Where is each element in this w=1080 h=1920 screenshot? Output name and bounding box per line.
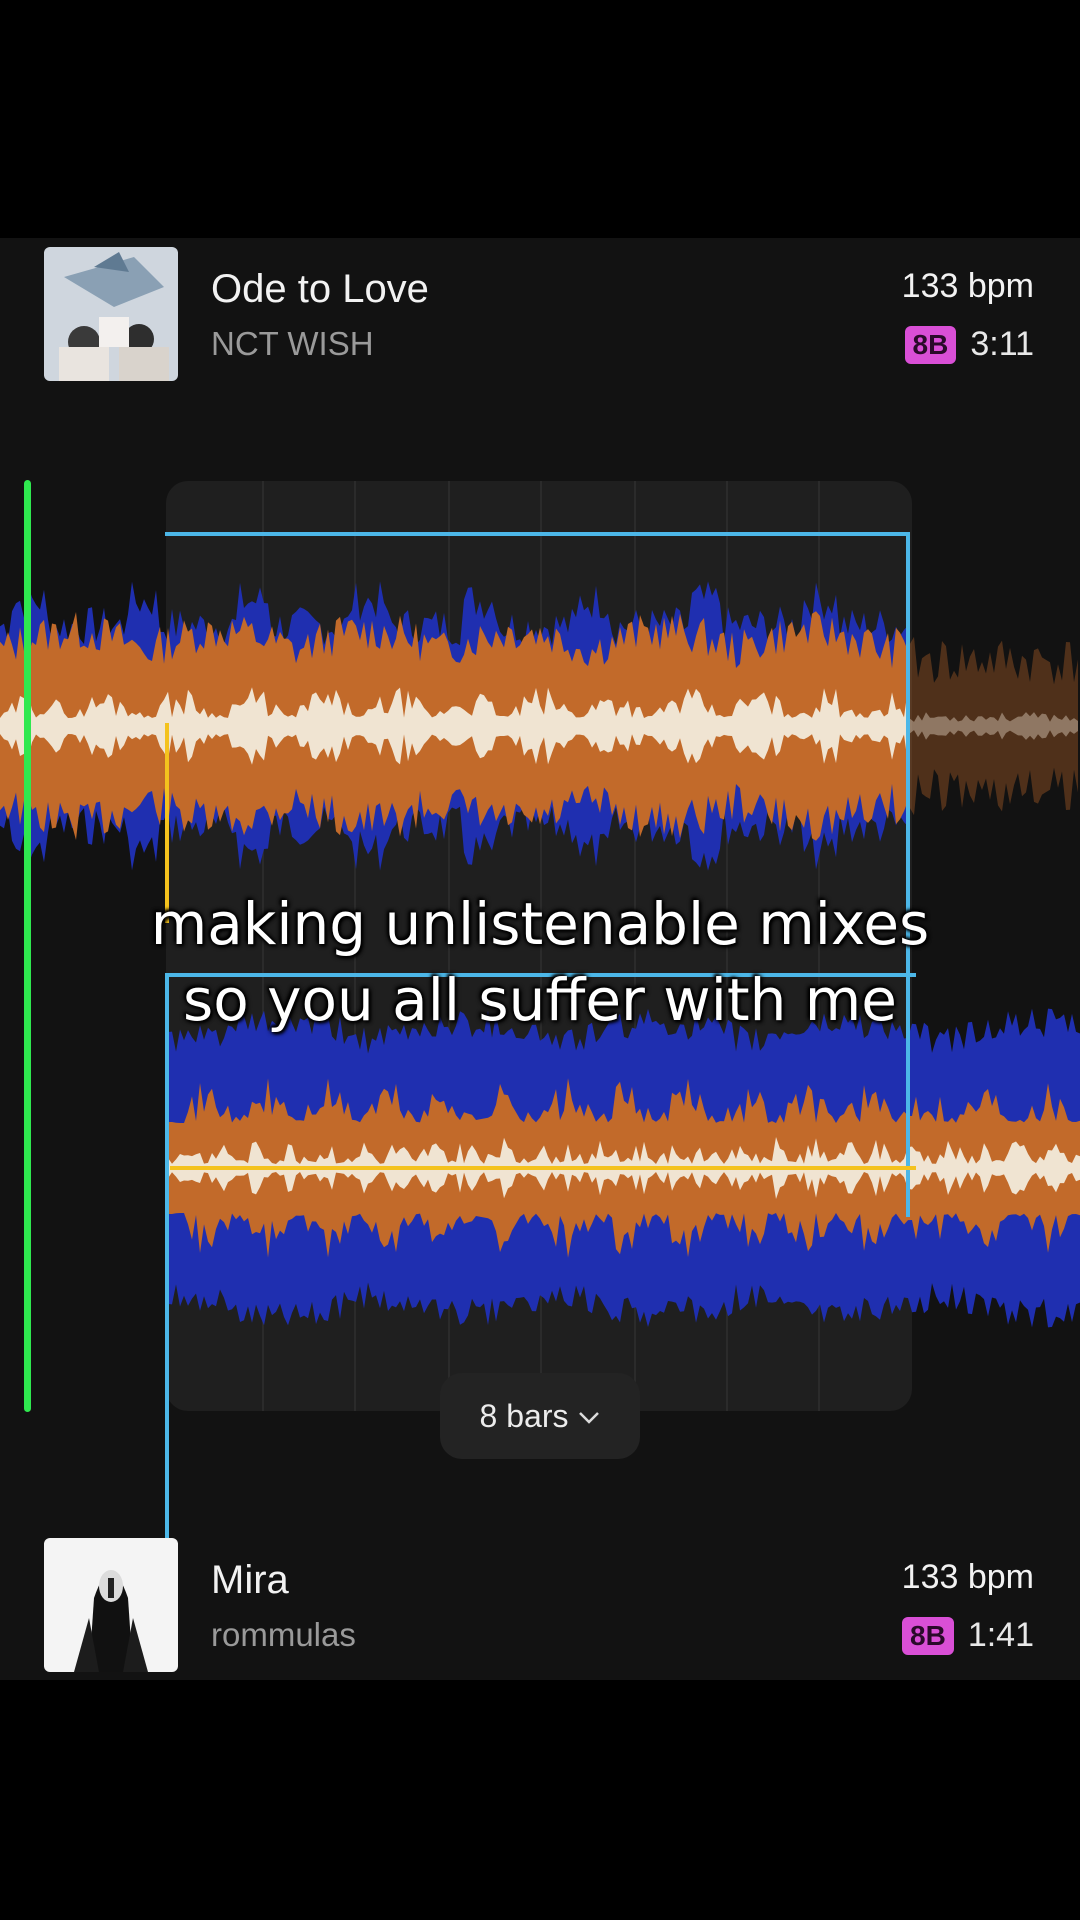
track-row-bottom[interactable]: Mira rommulas 133 bpm 8B 1:41 (0, 1538, 1080, 1672)
album-cover-mira (44, 1538, 178, 1672)
loop-outline-top (165, 532, 910, 536)
track-bpm: 133 bpm (901, 1558, 1034, 1596)
caption-line: making unlistenable mixes (150, 890, 930, 958)
loop-outline-right[interactable] (906, 532, 910, 1217)
loop-outline-left[interactable] (165, 973, 169, 1603)
transition-line (170, 1166, 916, 1170)
track-duration: 1:41 (967, 1616, 1034, 1654)
caption-line: so you all suffer with me (183, 966, 897, 1034)
loop-length-dropdown[interactable]: 8 bars (440, 1373, 640, 1459)
track-meta: 8B 1:41 (902, 1616, 1034, 1655)
chevron-down-icon (578, 1401, 600, 1432)
loop-length-label: 8 bars (479, 1397, 569, 1434)
mix-editor: Ode to Love NCT WISH 133 bpm 8B 3:11 8 b… (0, 238, 1080, 1680)
track-artist: rommulas (211, 1616, 356, 1653)
video-caption: making unlistenable mixes so you all suf… (0, 886, 1080, 1038)
waveform-top-track (0, 581, 1078, 871)
key-badge: 8B (902, 1616, 954, 1655)
track-title: Mira (211, 1558, 289, 1602)
